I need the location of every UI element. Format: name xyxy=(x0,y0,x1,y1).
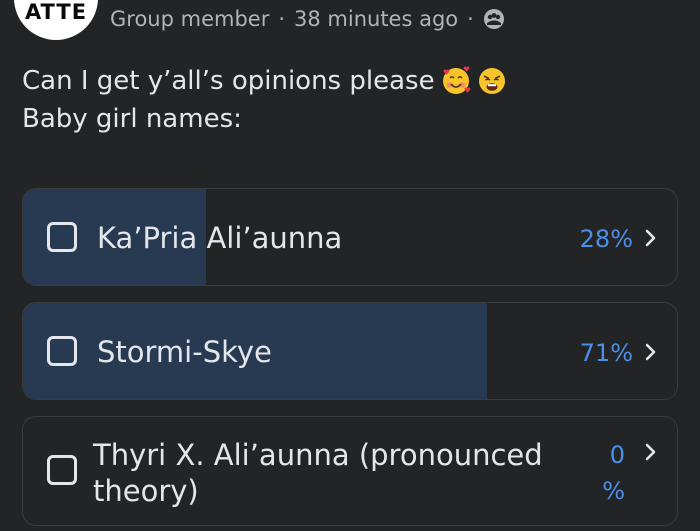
post-text-line-2: Baby girl names: xyxy=(22,100,682,138)
smiling-face-with-hearts-icon xyxy=(441,66,471,96)
poll-checkbox[interactable] xyxy=(47,455,77,485)
chevron-right-icon[interactable] xyxy=(641,442,661,462)
poll-option-percent: 28% xyxy=(579,225,633,253)
poll-option-percent-unit: % xyxy=(602,477,625,505)
poll-option-percent: 71% xyxy=(579,339,633,367)
meta-separator: · xyxy=(278,7,286,31)
poll-option-label-line-1: Thyri X. Ali’aunna (pronounced xyxy=(93,438,543,472)
post-time[interactable]: 38 minutes ago xyxy=(294,7,458,31)
author-role[interactable]: Group member xyxy=(110,7,269,31)
weary-face-icon xyxy=(477,66,507,96)
poll-option[interactable]: Stormi-Skye 71% xyxy=(22,302,678,400)
poll-option[interactable]: Thyri X. Ali’aunna (pronounced theory) 0… xyxy=(22,416,678,526)
chevron-right-icon[interactable] xyxy=(641,342,661,362)
poll-option-label-line-2: theory) xyxy=(93,474,199,508)
post-header: ATTE Group member · 38 minutes ago · xyxy=(0,0,700,48)
meta-separator: · xyxy=(467,7,474,31)
poll-option-label: Ka’Pria Ali’aunna xyxy=(97,221,343,255)
poll-checkbox[interactable] xyxy=(47,222,77,252)
poll-option-label: Stormi-Skye xyxy=(97,335,272,369)
group-icon[interactable] xyxy=(483,8,505,30)
poll-option[interactable]: Ka’Pria Ali’aunna 28% xyxy=(22,188,678,286)
post-body: Can I get y’all’s opinions please Baby g… xyxy=(22,62,682,138)
avatar-text: ATTE xyxy=(24,0,88,24)
post-text: Baby girl names: xyxy=(22,104,242,134)
post-text: Can I get y’all’s opinions please xyxy=(22,66,435,96)
post-meta: Group member · 38 minutes ago · xyxy=(110,4,505,34)
group-avatar[interactable]: ATTE xyxy=(14,0,98,40)
chevron-right-icon[interactable] xyxy=(641,228,661,248)
poll-option-percent: 0 xyxy=(609,441,625,469)
poll-checkbox[interactable] xyxy=(47,336,77,366)
post-text-line-1: Can I get y’all’s opinions please xyxy=(22,62,682,100)
